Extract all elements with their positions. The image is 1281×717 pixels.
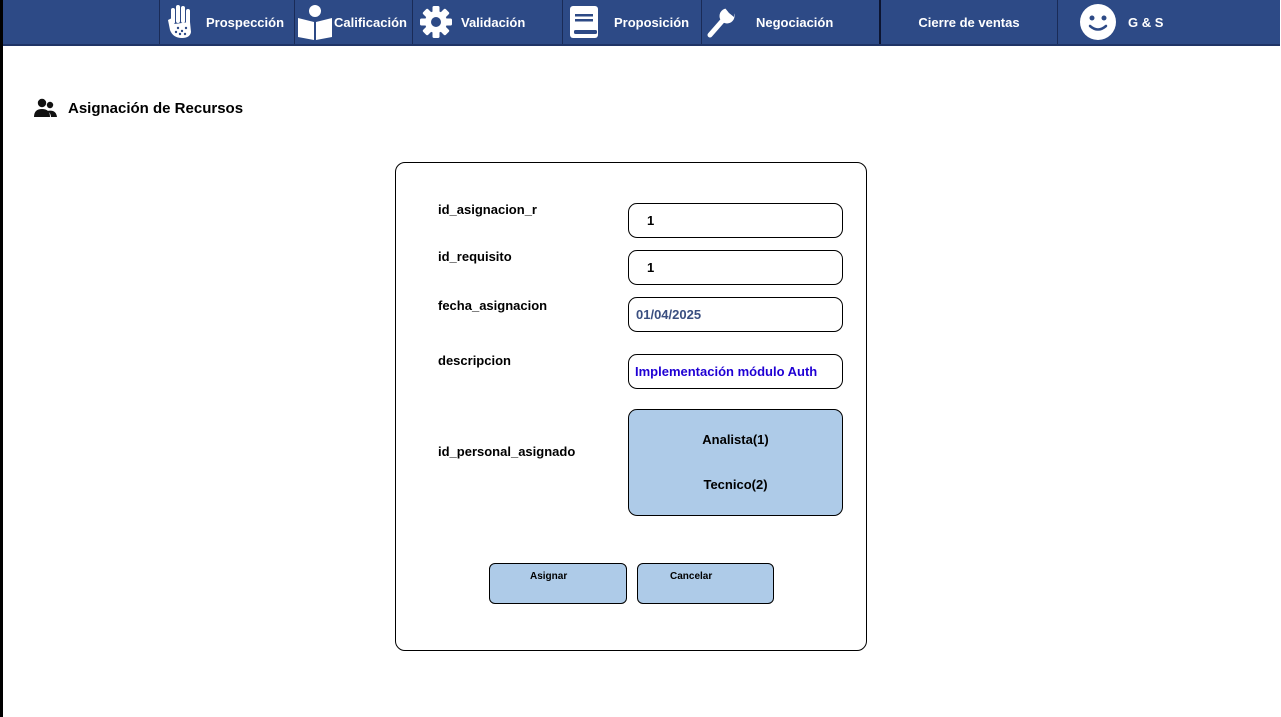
nav-item-validacion[interactable]: Validación (412, 0, 562, 44)
gear-icon (419, 5, 453, 39)
nav-label-validacion: Validación (461, 14, 526, 30)
descripcion-input[interactable]: Implementación módulo Auth (628, 354, 843, 389)
book-icon (569, 5, 599, 39)
personal-asignado-listbox[interactable]: Analista(1) Tecnico(2) (628, 409, 843, 516)
field-label-fecha-asignacion: fecha_asignacion (438, 298, 548, 313)
page-header: Asignación de Recursos (33, 96, 243, 120)
nav-label-calificacion: Calificación (334, 14, 407, 30)
nav-label-proposicion: Proposición (614, 14, 690, 30)
users-icon (33, 96, 57, 120)
field-label-id-personal-asignado: id_personal_asignado (438, 444, 576, 459)
smiley-icon (1079, 3, 1117, 41)
assign-button[interactable]: Asignar (489, 563, 627, 604)
assign-button-label: Asignar (530, 571, 568, 582)
nav-user-menu[interactable]: G & S (1058, 0, 1280, 44)
nav-item-negociacion[interactable]: Negociación (701, 0, 879, 44)
id-requisito-input[interactable]: 1 (628, 250, 843, 285)
nav-item-calificacion[interactable]: Calificación (294, 0, 412, 44)
cancel-button-label: Cancelar (670, 571, 713, 582)
user-label: G & S (1128, 14, 1164, 30)
option-tecnico[interactable]: Tecnico(2) (629, 477, 842, 492)
hand-icon (166, 4, 196, 40)
option-analista[interactable]: Analista(1) (629, 432, 842, 447)
field-label-descripcion: descripcion (438, 353, 511, 368)
wrench-icon (706, 6, 736, 38)
nav-item-prospeccion[interactable]: Prospección (159, 0, 294, 44)
nav-label-prospeccion: Prospección (206, 14, 285, 30)
nav-label-negociacion: Negociación (756, 14, 834, 30)
resource-assignment-form: id_asignacion_r 1 id_requisito 1 fecha_a… (395, 162, 867, 651)
window-frame-left (0, 0, 3, 717)
top-navbar: Prospección Calificación Validación Prop… (3, 0, 1280, 46)
field-label-id-asignacion-r: id_asignacion_r (438, 202, 537, 217)
page-title: Asignación de Recursos (68, 99, 244, 117)
reader-icon (297, 4, 333, 40)
id-asignacion-r-input[interactable]: 1 (628, 203, 843, 238)
nav-item-proposicion[interactable]: Proposición (562, 0, 701, 44)
field-label-id-requisito: id_requisito (438, 249, 512, 264)
cancel-button[interactable]: Cancelar (637, 563, 774, 604)
nav-item-cierre-de-ventas[interactable]: Cierre de ventas (879, 0, 1058, 44)
nav-label-cierre-de-ventas: Cierre de ventas (918, 14, 1020, 30)
fecha-asignacion-input[interactable]: 01/04/2025 (628, 297, 843, 332)
